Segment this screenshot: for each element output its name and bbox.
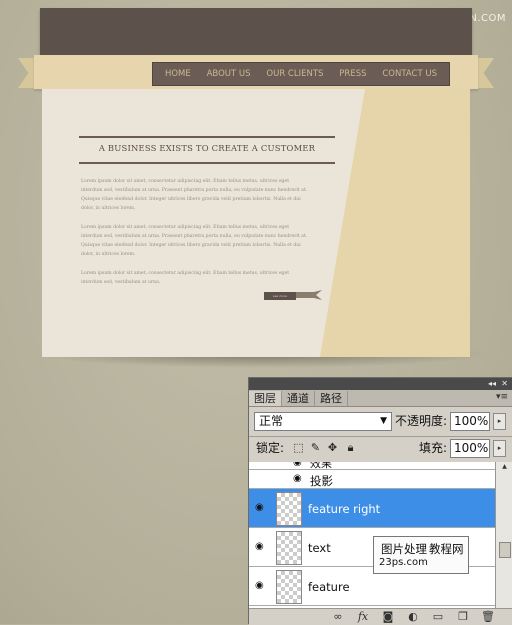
fill-input[interactable]: 100% — [450, 439, 490, 458]
lock-paint-icon[interactable]: ✎ — [309, 441, 322, 454]
new-layer-icon[interactable]: ❐ — [456, 610, 470, 624]
add-mask-icon[interactable]: ◙ — [381, 610, 395, 624]
page-heading: A BUSINESS EXISTS TO CREATE A CUSTOMER — [98, 143, 316, 153]
nav-press[interactable]: PRESS — [339, 69, 366, 79]
fill-label: 填充: — [419, 441, 448, 455]
effect-drop-shadow-row[interactable]: ◉ 投影 — [249, 470, 495, 489]
tab-paths[interactable]: 路径 — [315, 391, 348, 406]
eye-icon[interactable]: ◉ — [293, 462, 307, 468]
collapse-icon[interactable]: ◂◂ — [488, 378, 496, 390]
lock-row: 锁定: ⬚ ✎ ✥ 🔒︎ 填充: 100% ▸ — [254, 439, 507, 459]
panel-menu-icon[interactable]: ▾≡ — [496, 392, 508, 402]
new-group-icon[interactable]: ▭ — [431, 610, 445, 624]
heading-rule-top — [79, 136, 335, 138]
lock-all-icon[interactable]: 🔒︎ — [344, 441, 357, 454]
panel-footer: ∞ fx ◙ ◐ ▭ ❐ 🗑︎ — [249, 608, 512, 625]
blend-row: 正常 ▼ 不透明度: 100% ▸ — [254, 412, 507, 434]
layers-scrollbar[interactable]: ▲ — [495, 462, 512, 609]
layer-name: feature — [308, 580, 350, 594]
nav-home[interactable]: HOME — [165, 69, 191, 79]
layer-thumbnail — [276, 492, 302, 526]
effects-label: 效果 — [310, 462, 332, 470]
layer-name: text — [308, 541, 331, 555]
scrollbar-thumb[interactable] — [499, 542, 511, 558]
tab-channels[interactable]: 通道 — [282, 391, 315, 406]
link-layers-icon[interactable]: ∞ — [331, 610, 345, 624]
watermark-line2: 23ps.com — [379, 557, 428, 568]
dropdown-arrow-icon: ▼ — [380, 416, 387, 426]
eye-icon[interactable]: ◉ — [255, 581, 269, 591]
heading-rule-bottom — [79, 162, 335, 164]
corner-watermark: 图片处理 教程网 23ps.com — [373, 536, 469, 574]
adjustment-layer-icon[interactable]: ◐ — [406, 610, 420, 624]
paragraph-1: Lorem ipsum dolor sit amet, consectetur … — [81, 179, 308, 211]
opacity-input[interactable]: 100% — [450, 412, 490, 431]
layer-name: feature right — [308, 502, 381, 516]
blend-mode-select[interactable]: 正常 ▼ — [254, 412, 392, 431]
opacity-stepper[interactable]: ▸ — [493, 413, 506, 430]
eye-icon[interactable]: ◉ — [255, 503, 269, 513]
close-icon[interactable]: ✕ — [501, 378, 508, 390]
layer-thumbnail — [276, 570, 302, 604]
paragraph-3: Lorem ipsum dolor sit amet, consectetur … — [81, 271, 290, 285]
eye-icon[interactable]: ◉ — [255, 542, 269, 552]
blend-mode-value: 正常 — [259, 414, 284, 428]
fx-icon[interactable]: fx — [356, 610, 370, 624]
lock-label: 锁定: — [256, 441, 285, 455]
nav-our-clients[interactable]: OUR CLIENTS — [266, 69, 323, 79]
panel-titlebar: ◂◂ ✕ — [249, 378, 512, 390]
effect-drop-shadow: 投影 — [310, 474, 333, 488]
divider — [249, 436, 512, 437]
trash-icon[interactable]: 🗑︎ — [481, 610, 495, 624]
layers-panel: ◂◂ ✕ 图层 通道 路径 ▾≡ 正常 ▼ 不透明度: 100% ▸ 锁定: ⬚… — [248, 377, 512, 625]
eye-icon[interactable]: ◉ — [293, 474, 307, 484]
opacity-label: 不透明度: — [395, 414, 448, 428]
fill-stepper[interactable]: ▸ — [493, 440, 506, 457]
feature-right-shape — [320, 89, 470, 357]
nav-about-us[interactable]: ABOUT US — [207, 69, 251, 79]
content-panel: A BUSINESS EXISTS TO CREATE A CUSTOMER L… — [42, 89, 470, 357]
nav-contact-us[interactable]: CONTACT US — [382, 69, 437, 79]
arrow-decoration-icon — [296, 290, 322, 300]
paragraph-2: Lorem ipsum dolor sit amet, consectetur … — [81, 225, 308, 257]
site-nav: HOME ABOUT US OUR CLIENTS PRESS CONTACT … — [152, 62, 450, 86]
tab-layers[interactable]: 图层 — [249, 391, 282, 406]
scroll-up-icon[interactable]: ▲ — [496, 462, 512, 472]
site-header-box — [40, 8, 472, 56]
panel-tabs: 图层 通道 路径 ▾≡ — [249, 390, 512, 407]
effects-row[interactable]: ◉ 效果 — [249, 462, 495, 470]
layer-thumbnail — [276, 531, 302, 565]
lock-transparent-icon[interactable]: ⬚ — [292, 441, 305, 454]
lock-move-icon[interactable]: ✥ — [326, 441, 339, 454]
watermark-line1: 图片处理 教程网 — [381, 542, 464, 556]
see-more-button[interactable]: see more — [264, 292, 296, 300]
layer-row-feature-right[interactable]: ◉ feature right — [249, 489, 495, 528]
